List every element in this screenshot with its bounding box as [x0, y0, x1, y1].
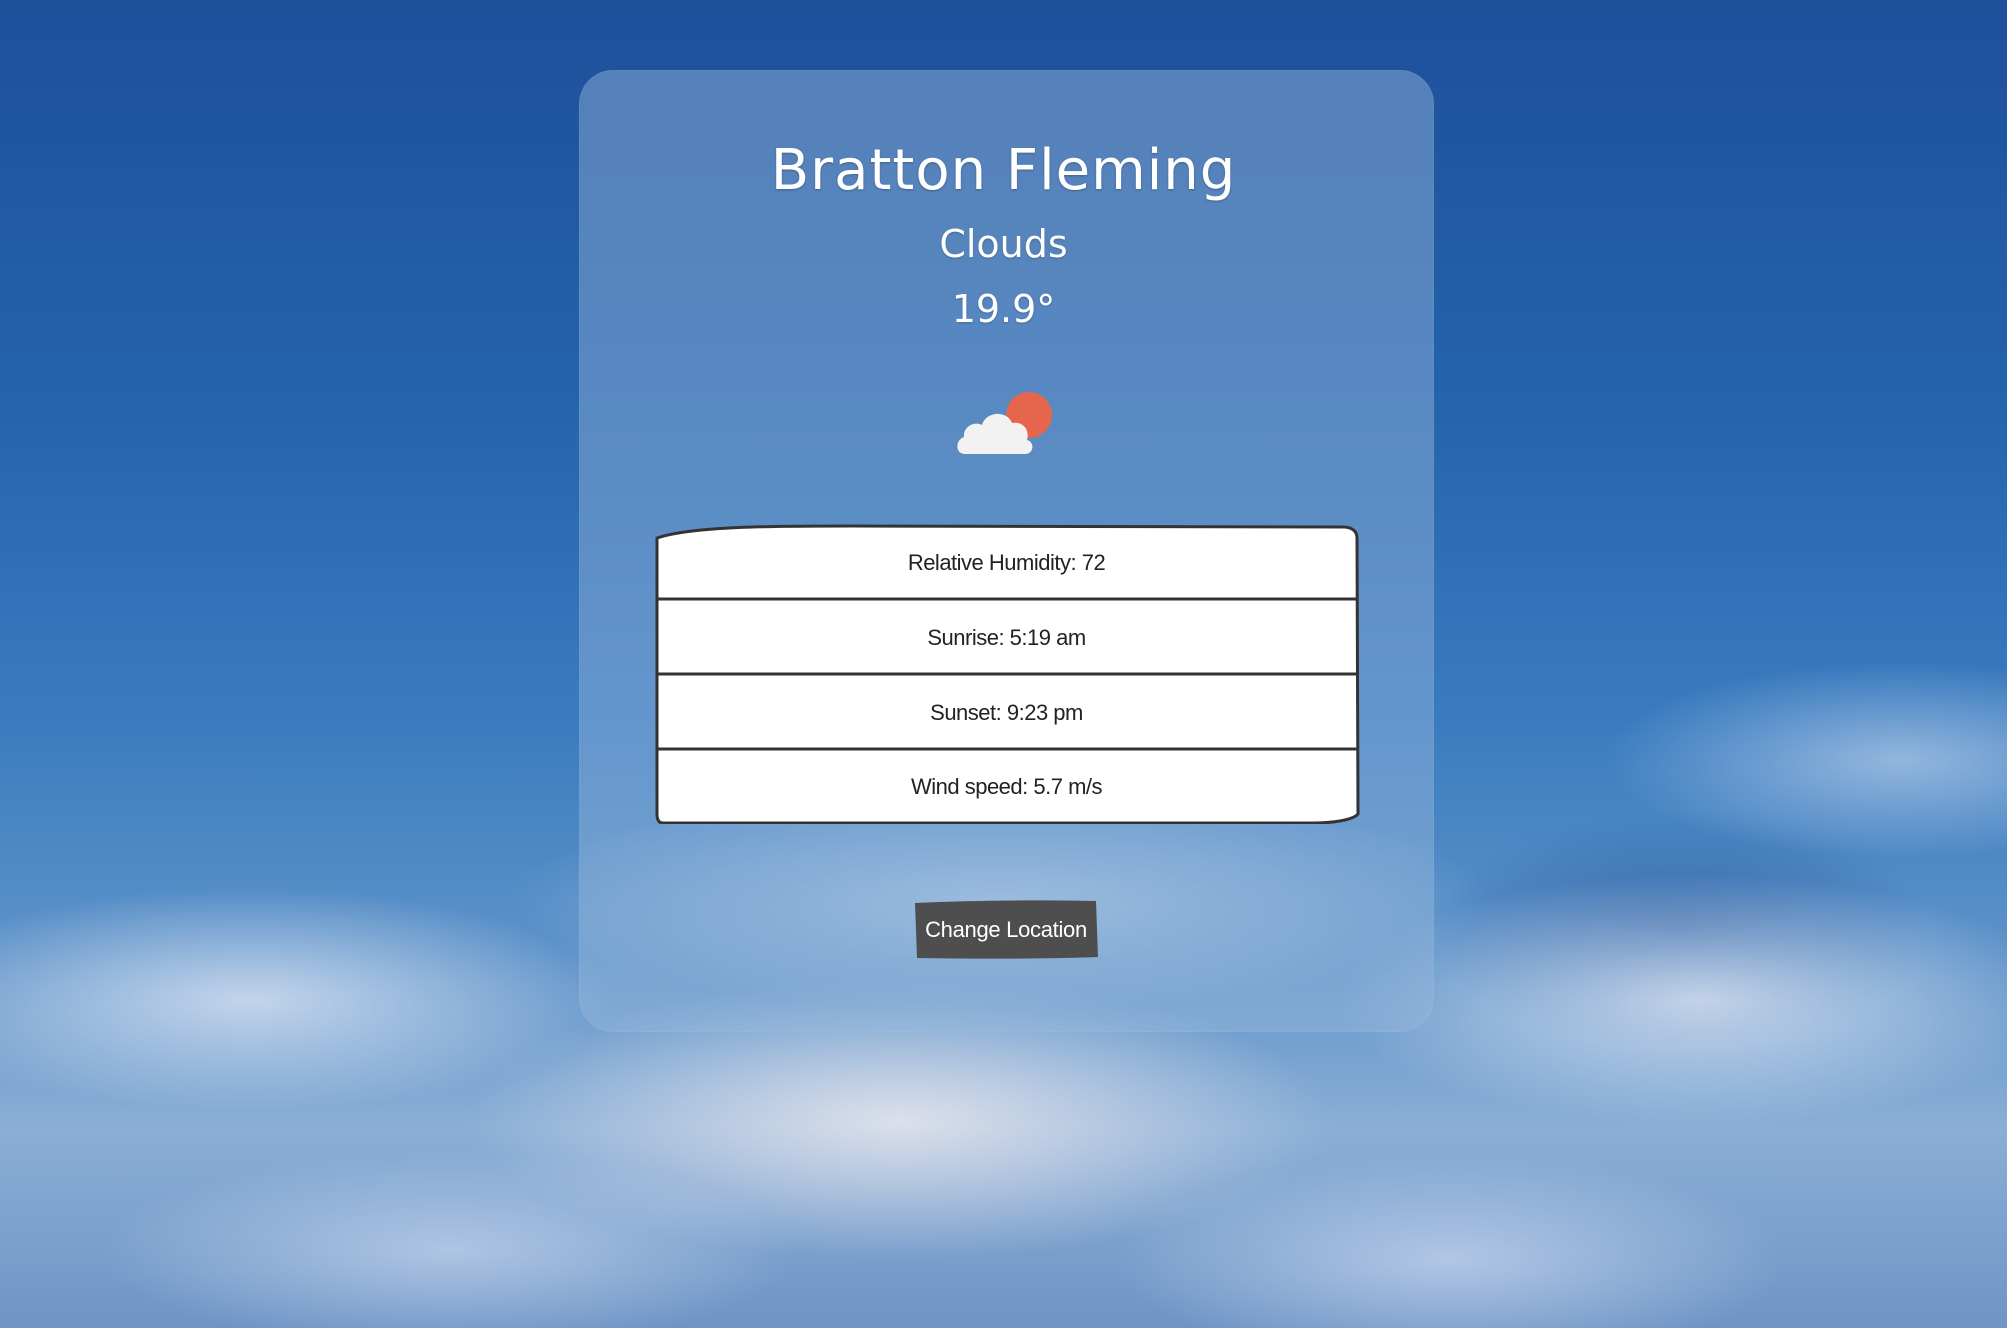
weather-condition: Clouds [939, 222, 1068, 266]
temperature: 19.9° [951, 287, 1056, 331]
city-name: Bratton Fleming [770, 138, 1237, 203]
sunset-row: Sunset: 9:23 pm [930, 700, 1083, 725]
sunrise-row: Sunrise: 5:19 am [927, 625, 1086, 650]
change-location-label: Change Location [925, 916, 1087, 942]
cloud-sun-icon [957, 392, 1052, 454]
wind-speed-row: Wind speed: 5.7 m/s [910, 774, 1103, 799]
weather-details-list: Relative Humidity: 72 Sunrise: 5:19 am S… [653, 524, 1360, 824]
humidity-row: Relative Humidity: 72 [907, 550, 1106, 575]
change-location-button[interactable]: Change Location [913, 899, 1099, 960]
